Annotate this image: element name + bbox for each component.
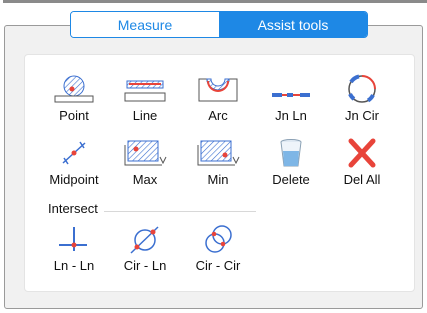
intersect-section-title: Intersect xyxy=(48,201,98,216)
join-circle-tool-label: Jn Cir xyxy=(345,108,379,123)
min-tool-label: Min xyxy=(207,172,229,187)
min-tool-button[interactable]: Min xyxy=(183,137,253,197)
intersect-divider xyxy=(104,211,256,212)
max-tool-label: Max xyxy=(132,172,158,187)
window-top-edge xyxy=(3,0,427,3)
point-tool-label: Point xyxy=(59,108,89,123)
join-circle-icon xyxy=(339,73,385,105)
point-tool-button[interactable]: Point xyxy=(39,73,109,133)
join-line-tool-label: Jn Ln xyxy=(275,108,307,123)
line-tool-button[interactable]: Line xyxy=(110,73,180,133)
midpoint-icon xyxy=(51,137,97,169)
midpoint-tool-label: Midpoint xyxy=(49,172,99,187)
arc-icon xyxy=(195,73,241,105)
circle-line-intersect-button[interactable]: Cir - Ln xyxy=(110,223,180,283)
delete-all-tool-label: Del All xyxy=(343,172,381,187)
line-line-intersect-button[interactable]: Ln - Ln xyxy=(39,223,109,283)
delete-all-tool-button[interactable]: Del All xyxy=(327,137,397,197)
tab-measure[interactable]: Measure xyxy=(71,12,219,37)
join-line-tool-button[interactable]: Jn Ln xyxy=(256,73,326,133)
min-icon xyxy=(195,137,241,169)
line-tool-label: Line xyxy=(132,108,158,123)
circle-circle-intersect-icon xyxy=(195,223,241,255)
line-line-intersect-icon xyxy=(51,223,97,255)
tab-assist-tools[interactable]: Assist tools xyxy=(219,12,367,37)
trash-icon xyxy=(268,137,314,169)
join-circle-tool-button[interactable]: Jn Cir xyxy=(327,73,397,133)
line-icon xyxy=(122,73,168,105)
max-icon xyxy=(122,137,168,169)
circle-line-intersect-icon xyxy=(122,223,168,255)
join-line-icon xyxy=(268,73,314,105)
delete-all-icon xyxy=(339,137,385,169)
midpoint-tool-button[interactable]: Midpoint xyxy=(39,137,109,197)
delete-tool-label: Delete xyxy=(272,172,310,187)
tab-bar: Measure Assist tools xyxy=(70,11,368,38)
circle-circle-intersect-label: Cir - Cir xyxy=(195,258,241,273)
arc-tool-button[interactable]: Arc xyxy=(183,73,253,133)
arc-tool-label: Arc xyxy=(208,108,228,123)
max-tool-button[interactable]: Max xyxy=(110,137,180,197)
point-icon xyxy=(51,73,97,105)
circle-circle-intersect-button[interactable]: Cir - Cir xyxy=(183,223,253,283)
circle-line-intersect-label: Cir - Ln xyxy=(123,258,167,273)
delete-tool-button[interactable]: Delete xyxy=(256,137,326,197)
line-line-intersect-label: Ln - Ln xyxy=(53,258,95,273)
